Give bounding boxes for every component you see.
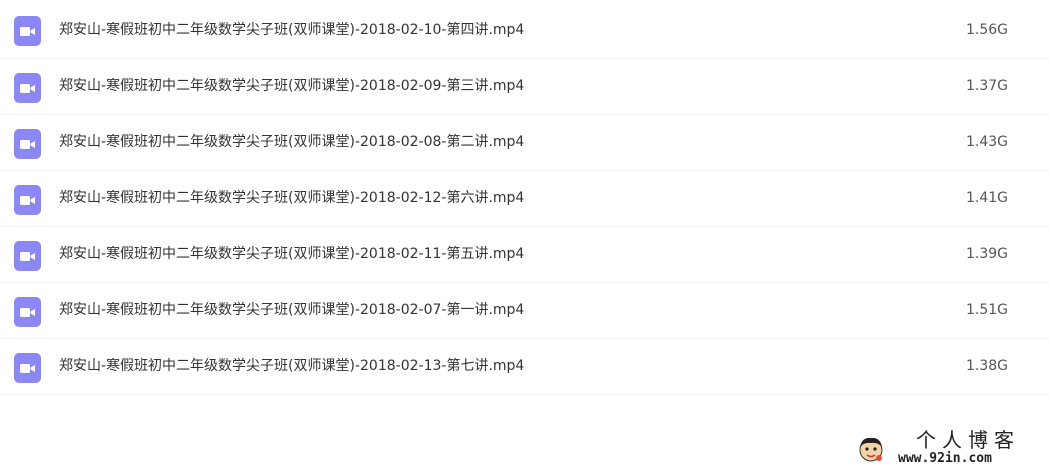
file-list: 郑安山-寒假班初中二年级数学尖子班(双师课堂)-2018-02-10-第四讲.m…	[0, 0, 1049, 395]
file-row[interactable]: 郑安山-寒假班初中二年级数学尖子班(双师课堂)-2018-02-10-第四讲.m…	[0, 0, 1049, 59]
file-size: 1.39G	[965, 246, 1008, 262]
file-name[interactable]: 郑安山-寒假班初中二年级数学尖子班(双师课堂)-2018-02-12-第六讲.m…	[59, 188, 524, 208]
watermark-url: www.92in.com	[898, 451, 992, 466]
file-size: 1.43G	[965, 134, 1008, 150]
video-file-icon	[14, 241, 41, 271]
video-file-icon	[14, 129, 41, 159]
file-name[interactable]: 郑安山-寒假班初中二年级数学尖子班(双师课堂)-2018-02-08-第二讲.m…	[59, 132, 524, 152]
file-name[interactable]: 郑安山-寒假班初中二年级数学尖子班(双师课堂)-2018-02-09-第三讲.m…	[59, 76, 524, 96]
file-row[interactable]: 郑安山-寒假班初中二年级数学尖子班(双师课堂)-2018-02-09-第三讲.m…	[0, 59, 1049, 115]
file-name[interactable]: 郑安山-寒假班初中二年级数学尖子班(双师课堂)-2018-02-13-第七讲.m…	[59, 356, 524, 376]
file-size: 1.56G	[965, 22, 1008, 38]
video-file-icon	[14, 297, 41, 327]
file-name[interactable]: 郑安山-寒假班初中二年级数学尖子班(双师课堂)-2018-02-10-第四讲.m…	[59, 20, 524, 40]
file-row[interactable]: 郑安山-寒假班初中二年级数学尖子班(双师课堂)-2018-02-13-第七讲.m…	[0, 339, 1049, 395]
file-row[interactable]: 郑安山-寒假班初中二年级数学尖子班(双师课堂)-2018-02-08-第二讲.m…	[0, 115, 1049, 171]
file-name[interactable]: 郑安山-寒假班初中二年级数学尖子班(双师课堂)-2018-02-07-第一讲.m…	[59, 300, 524, 320]
watermark: 个人博客 www.92in.com	[850, 428, 1040, 468]
video-file-icon	[14, 185, 41, 215]
cartoon-face-icon	[856, 434, 886, 464]
file-row[interactable]: 郑安山-寒假班初中二年级数学尖子班(双师课堂)-2018-02-11-第五讲.m…	[0, 227, 1049, 283]
file-size: 1.41G	[965, 190, 1008, 206]
video-file-icon	[14, 353, 41, 383]
video-file-icon	[14, 16, 41, 46]
file-size: 1.38G	[965, 358, 1008, 374]
file-size: 1.37G	[965, 78, 1008, 94]
watermark-title: 个人博客	[916, 428, 1020, 452]
file-row[interactable]: 郑安山-寒假班初中二年级数学尖子班(双师课堂)-2018-02-07-第一讲.m…	[0, 283, 1049, 339]
video-file-icon	[14, 73, 41, 103]
file-row[interactable]: 郑安山-寒假班初中二年级数学尖子班(双师课堂)-2018-02-12-第六讲.m…	[0, 171, 1049, 227]
file-size: 1.51G	[965, 302, 1008, 318]
file-name[interactable]: 郑安山-寒假班初中二年级数学尖子班(双师课堂)-2018-02-11-第五讲.m…	[59, 244, 524, 264]
